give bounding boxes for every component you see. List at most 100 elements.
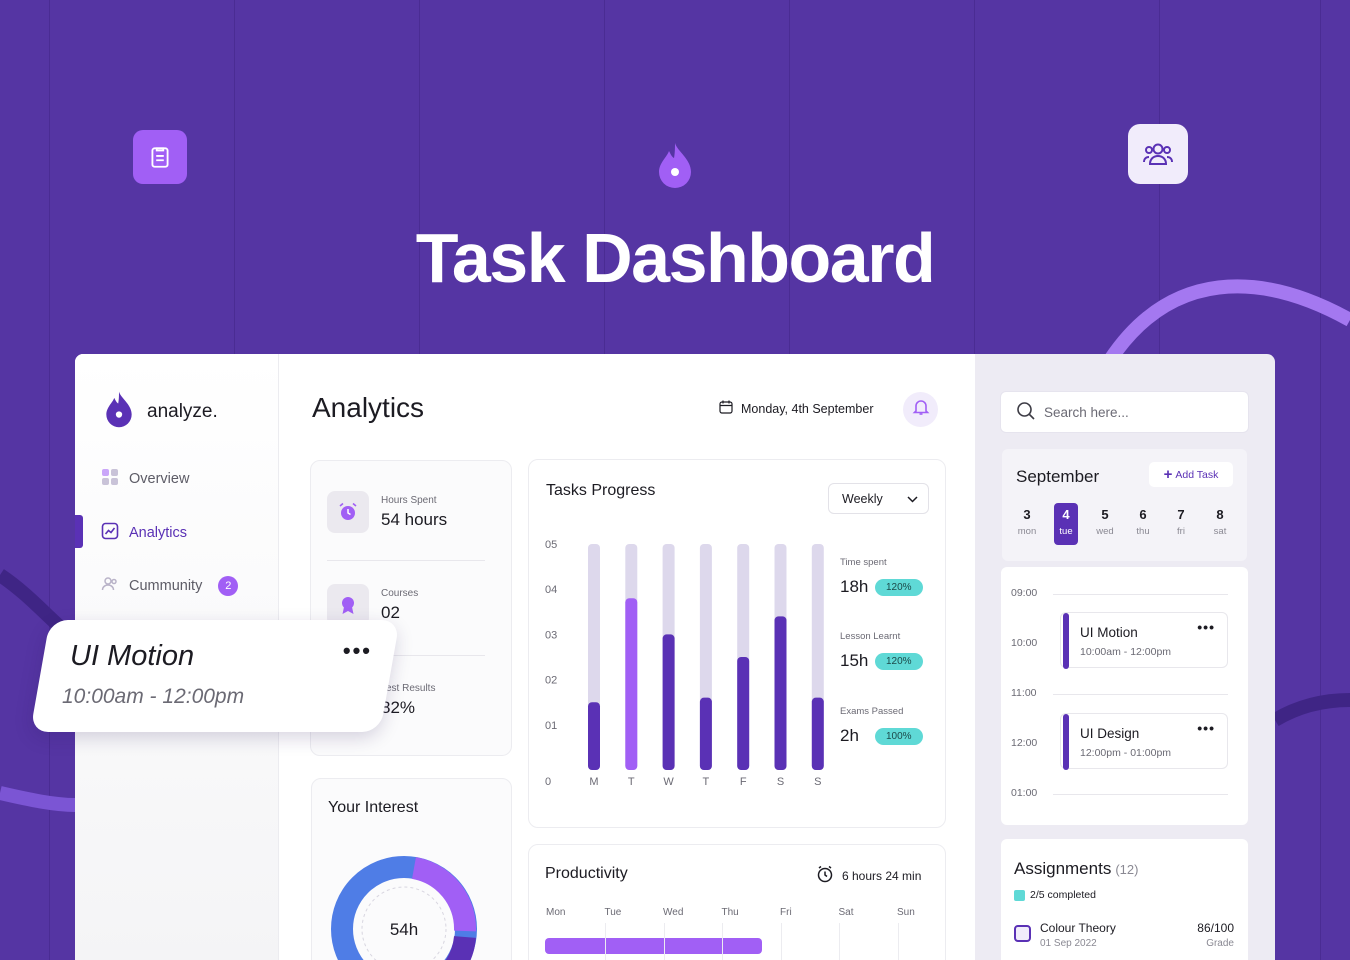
calendar-day[interactable]: 6 thu <box>1131 503 1155 545</box>
sidebar-item-label: Overview <box>129 471 190 487</box>
alarm-icon <box>327 491 369 533</box>
bar <box>774 616 787 770</box>
period-value: Weekly <box>842 491 883 506</box>
event-title: UI Design <box>1080 726 1140 741</box>
brand-name: analyze. <box>147 400 218 422</box>
divider <box>327 560 485 561</box>
metric-exams-passed: Exams Passed 2h 100% <box>840 706 923 746</box>
slot-line <box>1053 694 1228 695</box>
bell-icon <box>912 398 930 421</box>
day-label: Tue <box>604 907 622 918</box>
floating-event-card[interactable]: UI Motion 10:00am - 12:00pm ••• <box>30 620 400 732</box>
day-gridline <box>722 923 723 960</box>
day-label: Sat <box>838 907 854 918</box>
date-text: Monday, 4th September <box>741 401 874 416</box>
sidebar-item-label: Cummunity <box>129 578 203 594</box>
search-placeholder: Search here... <box>1044 404 1129 420</box>
event-color-bar <box>1063 613 1069 669</box>
tasks-progress-title: Tasks Progress <box>546 482 656 499</box>
bar <box>588 702 600 770</box>
calendar-widget: September + Add Task 3 mon 4 tue 5 wed 6 thu… <box>1002 449 1247 561</box>
metric-value: 15h <box>840 651 869 670</box>
search-input[interactable]: Search here... <box>1000 391 1249 433</box>
productivity-time: 6 hours 24 min <box>816 865 921 886</box>
assignment-name: Colour Theory <box>1040 921 1116 935</box>
metric-value: 18h <box>840 577 869 596</box>
x-tick-label: W <box>663 776 674 788</box>
checkbox-icon <box>1014 889 1025 901</box>
day-label: Fri <box>780 907 792 918</box>
assignments-progress: 2/5 completed <box>1014 889 1096 901</box>
day-gridline <box>839 923 840 960</box>
stat-value: 54 hours <box>381 509 448 529</box>
metric-time-spent: Time spent 18h 120% <box>840 557 923 597</box>
day-label: Thu <box>721 907 739 918</box>
day-label: Mon <box>546 907 566 918</box>
assignments-title: Assignments (12) <box>1014 859 1139 878</box>
calendar-day-selected[interactable]: 4 tue <box>1054 503 1078 545</box>
floating-event-time: 10:00am - 12:00pm <box>62 685 245 708</box>
calendar-day[interactable]: 3 mon <box>1015 503 1039 545</box>
x-tick-label: T <box>703 776 710 788</box>
more-icon[interactable]: ••• <box>343 638 372 664</box>
time-slot: 09:00 <box>1011 587 1038 599</box>
y-tick-label: 02 <box>545 675 557 687</box>
calendar-day[interactable]: 8 sat <box>1208 503 1232 545</box>
page-title: Analytics <box>312 392 425 423</box>
event-time: 10:00am - 12:00pm <box>1080 646 1172 658</box>
interest-donut-chart: 54h <box>331 856 477 960</box>
metric-badge: 120% <box>875 652 923 670</box>
metric-label: Exams Passed <box>840 706 904 717</box>
more-icon[interactable]: ••• <box>1197 619 1215 635</box>
schedule-timeline: 09:00 10:00 11:00 12:00 01:00 UI Motion … <box>1001 567 1248 825</box>
event-title: UI Motion <box>1080 625 1138 640</box>
metric-badge: 120% <box>875 578 923 596</box>
hero-title: Task Dashboard <box>415 219 936 297</box>
grid-icon <box>101 468 119 490</box>
donut-center-label: 54h <box>390 920 418 939</box>
interest-panel: Your Interest 54h <box>311 778 512 960</box>
clock-icon <box>816 865 834 886</box>
event-card[interactable]: UI Design 12:00pm - 01:00pm ••• <box>1060 713 1228 770</box>
bar <box>811 697 824 770</box>
x-tick-label: F <box>740 776 747 788</box>
stat-label: Hours Spent <box>381 494 437 506</box>
plus-icon: + <box>1163 466 1173 483</box>
brand[interactable]: analyze. <box>103 390 218 433</box>
donut-segment-purple <box>411 857 477 932</box>
users-icon <box>1128 124 1188 184</box>
sidebar-item-label: Analytics <box>129 525 188 541</box>
calendar-day[interactable]: 7 fri <box>1169 503 1193 545</box>
sidebar-item-analytics[interactable]: Analytics <box>101 522 187 544</box>
more-icon[interactable]: ••• <box>1197 720 1215 736</box>
assignment-grade-label: Grade <box>1206 938 1234 949</box>
logo-flame-icon <box>103 390 135 433</box>
active-indicator <box>75 515 83 548</box>
assignment-checkbox[interactable] <box>1014 925 1031 942</box>
notification-button[interactable] <box>903 392 938 427</box>
period-select[interactable]: Weekly <box>828 483 929 514</box>
day-gridline <box>605 923 606 960</box>
event-card[interactable]: UI Motion 10:00am - 12:00pm ••• <box>1060 612 1228 669</box>
x-tick-label: M <box>589 776 598 788</box>
metric-label: Lesson Learnt <box>840 631 901 642</box>
bar <box>737 657 750 770</box>
sidebar-item-overview[interactable]: Overview <box>101 468 189 490</box>
completed-text: 2/5 completed <box>1030 889 1096 901</box>
add-task-button[interactable]: + Add Task <box>1149 462 1233 487</box>
metric-value: 2h <box>840 726 859 745</box>
date-display[interactable]: Monday, 4th September <box>719 400 873 417</box>
flame-icon <box>652 140 698 190</box>
assignment-score: 86/100 <box>1197 921 1234 935</box>
metric-lesson-learnt: Lesson Learnt 15h 120% <box>840 631 923 671</box>
sidebar-item-community[interactable]: Cummunity 2 <box>101 575 239 597</box>
productivity-time-text: 6 hours 24 min <box>842 868 922 883</box>
calendar-day[interactable]: 5 wed <box>1093 503 1117 545</box>
bar <box>625 598 638 770</box>
time-slot: 10:00 <box>1011 637 1038 649</box>
x-tick-label: S <box>814 776 821 788</box>
time-slot: 01:00 <box>1011 787 1038 799</box>
community-badge: 2 <box>218 576 239 596</box>
metric-label: Time spent <box>840 557 887 568</box>
chart-icon <box>101 522 119 544</box>
